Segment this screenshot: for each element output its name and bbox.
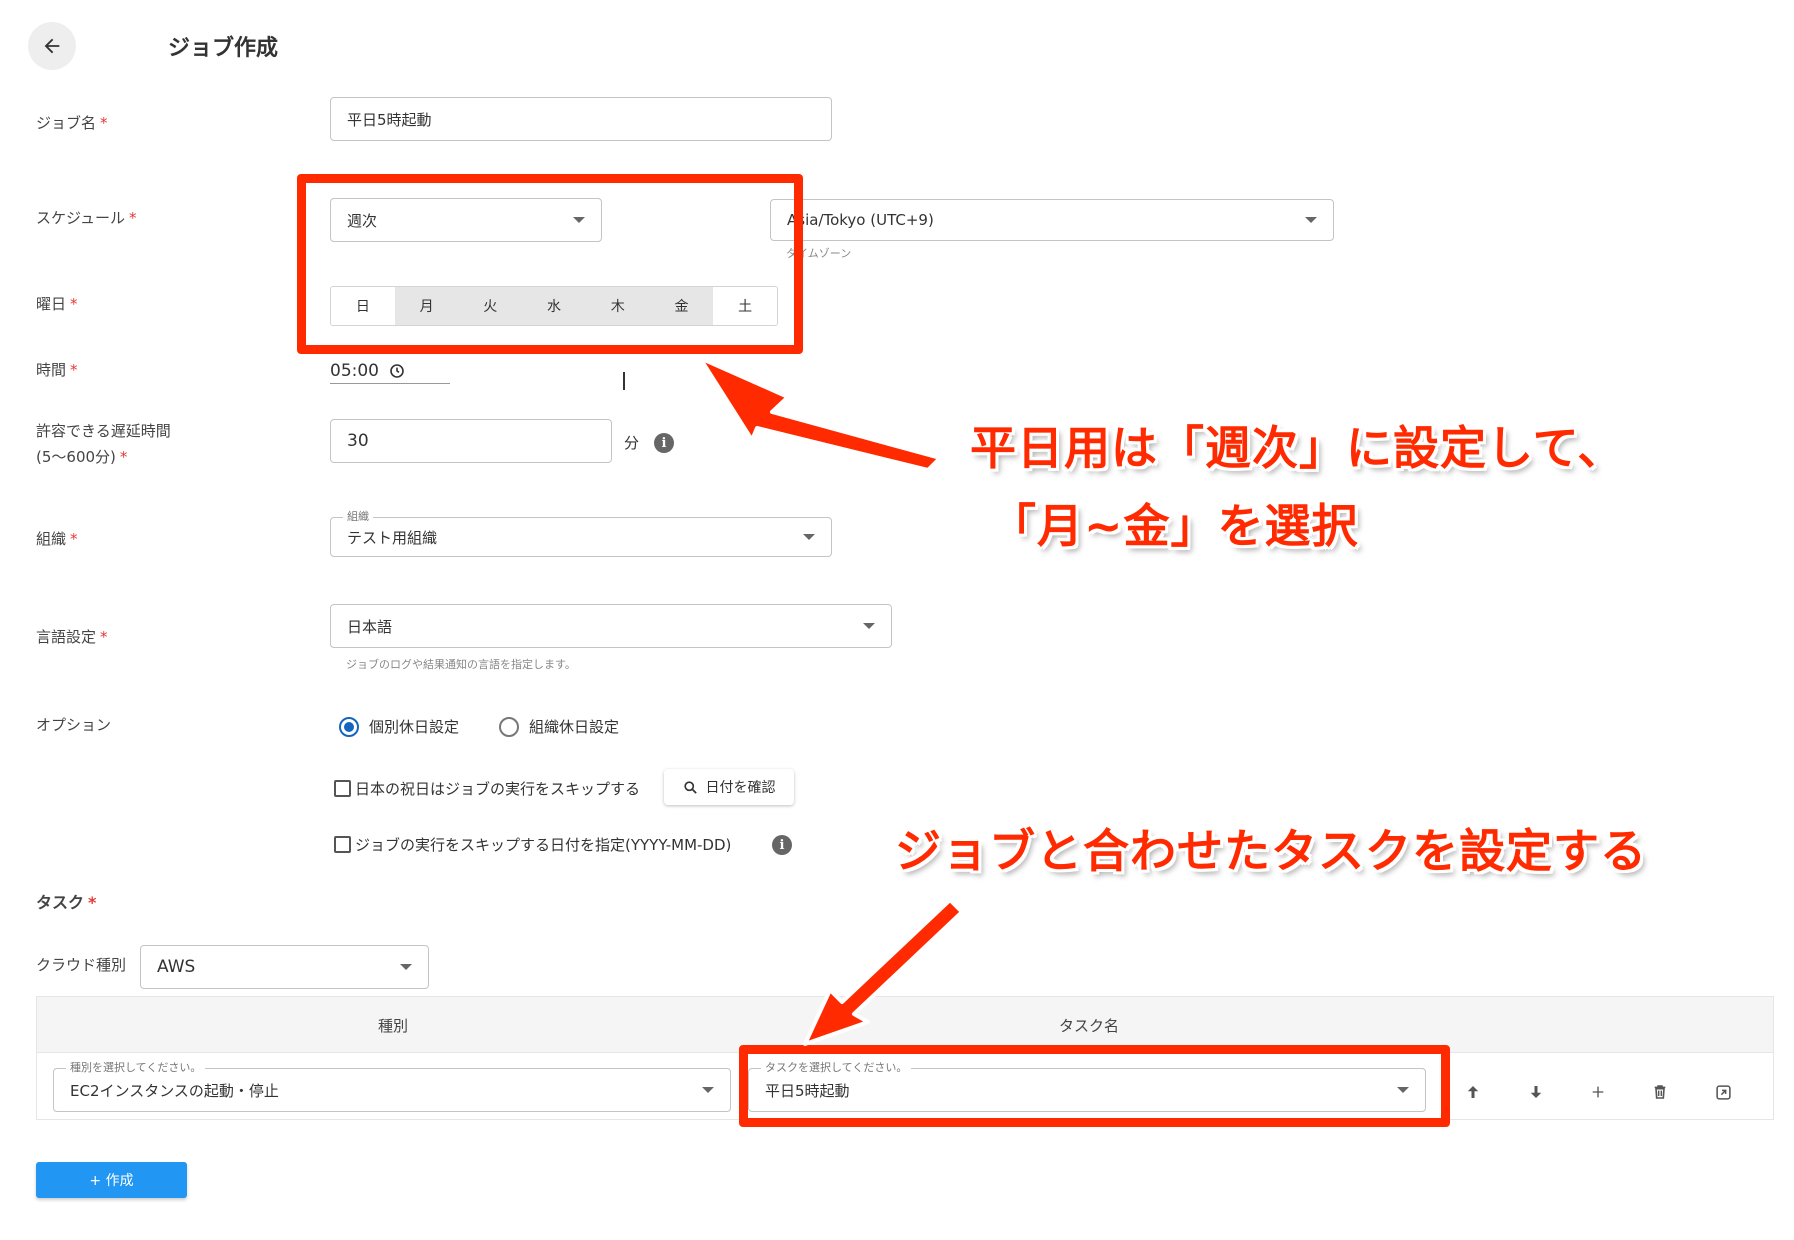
annotation-arrow-1 bbox=[698, 356, 942, 472]
annotation-callout-weekday-line1: 平日用は「週次」に設定して、 bbox=[970, 421, 1625, 475]
annotation-callout-task: ジョブと合わせたタスクを設定する bbox=[895, 824, 1647, 878]
annotation-arrows bbox=[698, 356, 964, 1046]
annotation-arrow-2 bbox=[803, 898, 964, 1046]
annotation-callout-weekday-line2: 「月~金」を選択 bbox=[990, 499, 1359, 553]
